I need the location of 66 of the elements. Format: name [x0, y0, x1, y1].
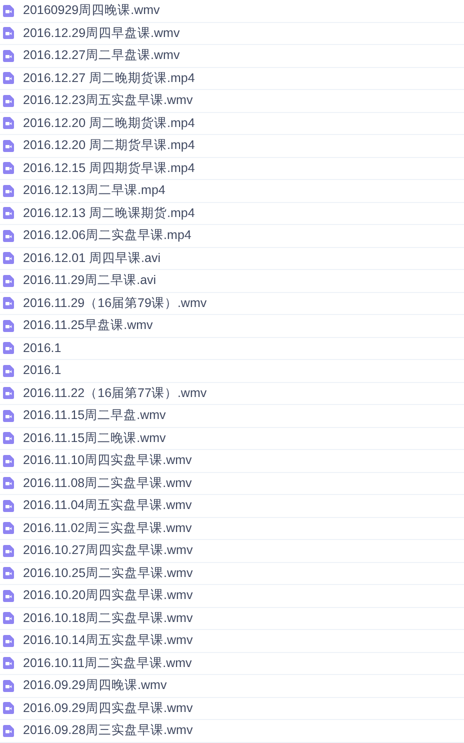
file-name[interactable]: 2016.11.29周二早课.avi — [23, 271, 156, 290]
file-name[interactable]: 2016.12.01 周四早课.avi — [23, 248, 160, 268]
file-name[interactable]: 2016.11.10周四实盘早课.wmv — [23, 451, 192, 470]
file-name[interactable]: 2016.09.29周四实盘早课.wmv — [23, 698, 193, 718]
video-file-icon — [3, 117, 14, 130]
video-file-icon — [3, 4, 14, 17]
video-file-icon — [3, 387, 14, 400]
video-file-icon — [3, 140, 14, 152]
file-name[interactable]: 2016.12.15 周四期货早课.mp4 — [23, 158, 195, 178]
file-name[interactable]: 2016.1 — [23, 338, 62, 358]
file-name[interactable]: 2016.12.27周二早盘课.wmv — [23, 46, 180, 66]
video-file-icon — [3, 680, 14, 692]
file-name[interactable]: 2016.12.29周四早盘课.wmv — [23, 24, 180, 43]
file-name[interactable]: 20160929周四晚课.wmv — [23, 1, 160, 20]
video-file-icon — [3, 477, 14, 490]
file-name[interactable]: 2016.12.13周二早课.mp4 — [23, 181, 166, 200]
file-name[interactable]: 2016.11.25早盘课.wmv — [23, 316, 153, 336]
video-file-icon — [3, 544, 14, 557]
video-file-icon — [3, 342, 14, 354]
file-name[interactable]: 2016.10.18周二实盘早课.wmv — [23, 608, 193, 628]
video-file-icon — [3, 184, 14, 197]
file-name[interactable]: 2016.11.15周二早盘.wmv — [23, 406, 166, 426]
video-file-icon — [3, 724, 14, 737]
video-file-icon — [3, 320, 14, 332]
video-file-icon — [3, 432, 14, 444]
file-name[interactable]: 2016.11.02周三实盘早课.wmv — [23, 518, 192, 538]
video-file-icon — [3, 410, 14, 422]
file-name[interactable]: 2016.11.15周二晚课.wmv — [23, 428, 166, 448]
file-name[interactable]: 2016.12.20 周二期货早课.mp4 — [23, 136, 195, 156]
file-name[interactable]: 2016.10.11周二实盘早课.wmv — [23, 654, 192, 673]
video-file-icon — [3, 702, 14, 714]
file-name[interactable]: 2016.09.28周三实盘早课.wmv — [23, 721, 193, 740]
file-name[interactable]: 2016.12.27 周二晚期货课.mp4 — [23, 68, 195, 88]
video-file-icon — [3, 612, 14, 624]
file-name[interactable]: 2016.09.29周四晚课.wmv — [23, 676, 167, 696]
video-file-icon — [3, 94, 14, 107]
video-file-icon — [3, 454, 14, 467]
video-file-icon — [3, 590, 14, 602]
video-file-icon — [3, 252, 14, 264]
video-file-icon — [3, 297, 14, 310]
file-name[interactable]: 2016.11.22（16届第77课）.wmv — [23, 384, 207, 403]
file-name[interactable]: 2016.1 — [23, 361, 62, 380]
video-file-icon — [3, 27, 14, 40]
file-name[interactable]: 2016.10.27周四实盘早课.wmv — [23, 541, 193, 560]
video-file-icon — [3, 274, 14, 287]
file-name[interactable]: 2016.12.06周二实盘早课.mp4 — [23, 226, 192, 246]
file-name[interactable]: 2016.10.25周二实盘早课.wmv — [23, 564, 193, 583]
video-file-icon — [3, 50, 14, 62]
video-file-icon — [3, 634, 14, 647]
video-file-icon — [3, 567, 14, 580]
video-file-icon — [3, 230, 14, 242]
file-name[interactable]: 2016.11.04周五实盘早课.wmv — [23, 496, 192, 516]
file-name[interactable]: 2016.12.20 周二晚期货课.mp4 — [23, 114, 195, 133]
video-file-icon — [3, 522, 14, 534]
video-file-icon — [3, 500, 14, 512]
file-name[interactable]: 2016.10.20周四实盘早课.wmv — [23, 586, 193, 606]
file-name[interactable]: 2016.12.13 周二晚课期货.mp4 — [23, 204, 195, 223]
file-name[interactable]: 2016.11.08周二实盘早课.wmv — [23, 474, 192, 493]
video-file-icon — [3, 72, 14, 84]
video-file-icon — [3, 207, 14, 220]
video-file-icon — [3, 657, 14, 670]
file-name[interactable]: 2016.12.23周五实盘早课.wmv — [23, 91, 193, 110]
file-name[interactable]: 2016.10.14周五实盘早课.wmv — [23, 631, 193, 650]
file-name[interactable]: 2016.11.29（16届第79课）.wmv — [23, 294, 207, 313]
video-file-icon — [3, 364, 14, 377]
video-file-icon — [3, 162, 14, 174]
